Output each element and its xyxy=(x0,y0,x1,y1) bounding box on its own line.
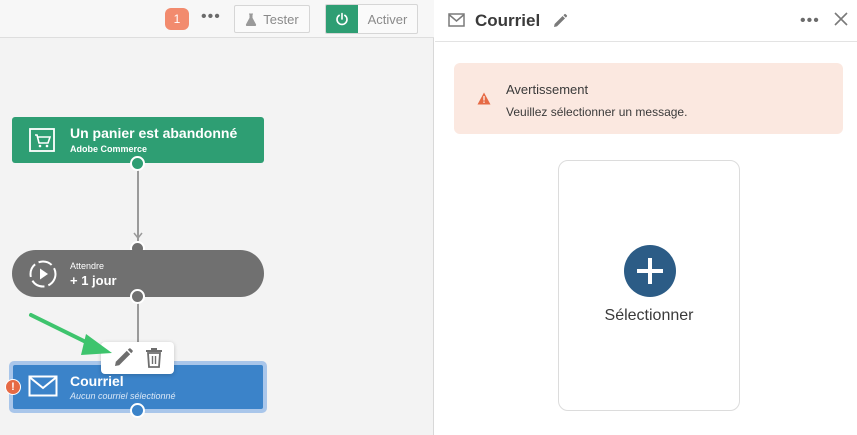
tester-label: Tester xyxy=(263,11,299,27)
warning-alert: Avertissement Veuillez sélectionner un m… xyxy=(454,63,843,134)
error-count-badge[interactable]: 1 xyxy=(165,8,189,30)
annotation-arrow-icon xyxy=(29,313,112,355)
wait-output-port[interactable] xyxy=(130,289,145,304)
close-icon[interactable] xyxy=(834,12,848,26)
select-message-label: Sélectionner xyxy=(604,307,694,324)
panel-title: Courriel xyxy=(475,11,541,30)
select-message-card[interactable]: Sélectionner xyxy=(558,160,740,411)
email-title: Courriel xyxy=(70,373,124,389)
trigger-subtitle: Adobe Commerce xyxy=(70,144,148,154)
panel-more-button[interactable]: ••• xyxy=(800,13,820,29)
trigger-title: Un panier est abandonné xyxy=(70,125,238,141)
journey-canvas[interactable]: 1 ••• Tester Activer Un panier est aband… xyxy=(0,0,434,435)
trigger-output-port[interactable] xyxy=(130,156,145,171)
trash-icon[interactable] xyxy=(145,347,163,369)
activer-button[interactable]: Activer xyxy=(325,4,418,34)
plus-icon[interactable] xyxy=(624,245,676,297)
wait-subtitle: Attendre xyxy=(70,261,105,271)
cart-icon xyxy=(29,128,55,152)
wait-title: + 1 jour xyxy=(70,273,117,288)
email-output-port[interactable] xyxy=(130,403,145,418)
play-circle-icon xyxy=(29,260,57,288)
warning-icon xyxy=(477,92,491,105)
more-options-button[interactable]: ••• xyxy=(201,9,221,25)
power-icon xyxy=(326,5,358,33)
activer-label: Activer xyxy=(367,11,408,27)
flask-icon xyxy=(246,13,257,26)
mail-icon xyxy=(448,13,465,27)
email-subtitle: Aucun courriel sélectionné xyxy=(70,391,176,401)
panel-header: Courriel ••• xyxy=(435,0,857,42)
connector-line xyxy=(137,302,139,342)
alert-message: Veuillez sélectionner un message. xyxy=(506,105,688,119)
tester-button[interactable]: Tester xyxy=(234,5,310,33)
alert-title: Avertissement xyxy=(506,82,589,97)
connector-line xyxy=(137,165,139,241)
canvas-toolbar: 1 ••• Tester Activer xyxy=(0,0,434,38)
warning-badge[interactable]: ! xyxy=(5,379,21,395)
connector-arrow-icon xyxy=(133,232,143,240)
pencil-icon[interactable] xyxy=(552,13,568,29)
mail-icon xyxy=(28,375,58,397)
properties-panel: Courriel ••• Avertissement Veuillez séle… xyxy=(435,0,857,435)
